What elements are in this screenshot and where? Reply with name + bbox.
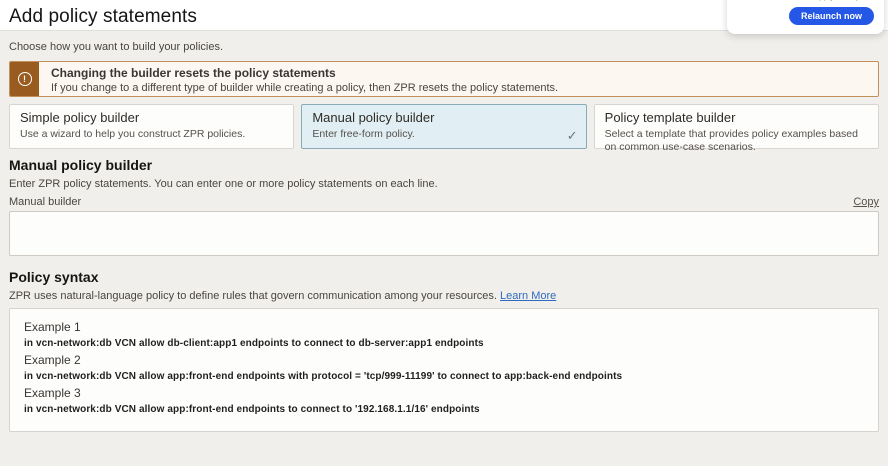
policy-syntax-title: Policy syntax (9, 269, 879, 285)
manual-section-title: Manual policy builder (9, 157, 879, 173)
learn-more-link[interactable]: Learn More (500, 290, 556, 302)
example-statement: in vcn-network:db VCN allow app:front-en… (24, 371, 864, 382)
card-description: Use a wizard to help you construct ZPR p… (20, 128, 283, 141)
manual-builder-field-row: Manual builder Copy (9, 196, 879, 208)
example-label: Example 1 (24, 320, 864, 334)
warning-text: Changing the builder resets the policy s… (39, 62, 568, 96)
intro-text: Choose how you want to build your polici… (9, 41, 879, 53)
warning-banner: ! Changing the builder resets the policy… (9, 61, 879, 97)
toast-message: Relaunch Chrome to apply the update (734, 0, 877, 1)
example-label: Example 2 (24, 353, 864, 367)
policy-syntax-description: ZPR uses natural-language policy to defi… (9, 290, 879, 302)
main-content: Choose how you want to build your polici… (0, 31, 888, 432)
warning-body: If you change to a different type of bui… (51, 82, 558, 94)
card-manual-policy-builder[interactable]: Manual policy builder Enter free-form po… (301, 104, 586, 149)
copy-link[interactable]: Copy (853, 196, 879, 208)
checkmark-icon: ✓ (567, 128, 578, 144)
card-title: Simple policy builder (20, 110, 283, 125)
manual-section-description: Enter ZPR policy statements. You can ent… (9, 178, 879, 190)
builder-cards-row: Simple policy builder Use a wizard to he… (9, 104, 879, 149)
manual-builder-section: Manual policy builder Enter ZPR policy s… (9, 157, 879, 256)
policy-syntax-section: Policy syntax ZPR uses natural-language … (9, 269, 879, 432)
card-title: Policy template builder (605, 110, 868, 125)
card-policy-template-builder[interactable]: Policy template builder Select a templat… (594, 104, 879, 149)
card-simple-policy-builder[interactable]: Simple policy builder Use a wizard to he… (9, 104, 294, 149)
relaunch-now-button[interactable]: Relaunch now (789, 7, 874, 25)
example-label: Example 3 (24, 386, 864, 400)
warning-icon-strip: ! (10, 62, 39, 96)
policy-examples-box: Example 1 in vcn-network:db VCN allow db… (9, 308, 879, 432)
manual-builder-label: Manual builder (9, 196, 81, 208)
manual-builder-textarea[interactable] (9, 211, 879, 256)
example-statement: in vcn-network:db VCN allow app:front-en… (24, 404, 864, 415)
card-description: Select a template that provides policy e… (605, 128, 868, 154)
warning-title: Changing the builder resets the policy s… (51, 66, 558, 80)
card-title: Manual policy builder (312, 110, 575, 125)
policy-syntax-description-text: ZPR uses natural-language policy to defi… (9, 290, 497, 302)
exclamation-circle-icon: ! (18, 72, 32, 86)
example-statement: in vcn-network:db VCN allow db-client:ap… (24, 338, 864, 349)
card-description: Enter free-form policy. (312, 128, 575, 141)
relaunch-toast: Relaunch Chrome to apply the update Rela… (727, 0, 884, 34)
